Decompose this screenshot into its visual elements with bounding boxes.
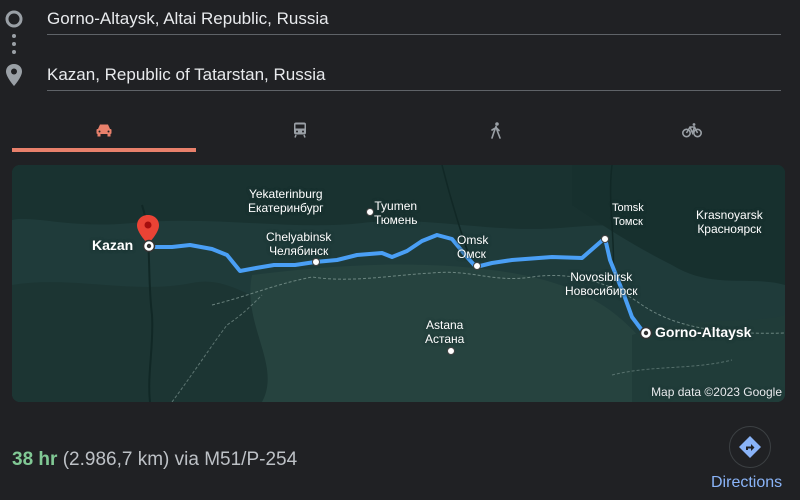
gorno-altaysk-label: Gorno-Altaysk (655, 324, 752, 340)
route-dots-icon (12, 34, 16, 54)
route-summary: 38 hr (2.986,7 km) via M51/P-254 (12, 449, 297, 471)
train-icon (294, 122, 306, 138)
origin-input[interactable]: Gorno-Altaysk, Altai Republic, Russia (47, 8, 781, 35)
bicycle-icon (682, 122, 702, 137)
map-copyright: Map data ©2023 Google (651, 385, 782, 399)
car-icon (96, 124, 112, 137)
astana-dot (447, 347, 455, 355)
route-map[interactable]: Yekaterinburg Екатеринбург Tyumen Тюмень C… (12, 165, 785, 402)
chelyabinsk-dot (312, 258, 320, 266)
tab-driving[interactable] (12, 112, 196, 152)
tab-transit[interactable] (208, 112, 392, 148)
astana-label: Astana Астана (425, 318, 465, 346)
tyumen-dot (366, 208, 374, 216)
novosibirsk-dot (601, 235, 609, 243)
novosibirsk-label: Novosibirsk Новосибирск (565, 270, 638, 298)
chelyabinsk-label: Chelyabinsk Челябинск (266, 230, 332, 258)
omsk-dot (473, 262, 481, 270)
yekaterinburg-label: Yekaterinburg Екатеринбург (248, 187, 324, 215)
gorno-altaysk-marker-icon (639, 326, 653, 340)
directions-icon (739, 436, 761, 458)
tab-cycling[interactable] (600, 112, 784, 148)
tomsk-label: Tomsk Томск (612, 202, 644, 228)
route-duration: 38 hr (12, 449, 58, 470)
directions-button[interactable] (729, 426, 771, 468)
kazan-label: Kazan (92, 237, 134, 253)
destination-input[interactable]: Kazan, Republic of Tatarstan, Russia (47, 64, 781, 91)
directions-label[interactable]: Directions (711, 474, 782, 492)
origin-circle-icon (5, 10, 23, 28)
destination-pin-icon (6, 64, 22, 86)
kazan-marker-icon (142, 239, 156, 253)
omsk-label: Omsk Омск (457, 233, 489, 261)
route-distance: (2.986,7 km) (62, 449, 170, 470)
walking-icon (491, 121, 501, 139)
tab-walking[interactable] (404, 112, 588, 148)
tyumen-label: Tyumen Тюмень (374, 199, 418, 227)
travel-mode-tabs (12, 112, 788, 152)
route-icons (5, 8, 23, 88)
route-via: via M51/P-254 (174, 449, 298, 470)
krasnoyarsk-label: Krasnoyarsk Красноярск (696, 208, 763, 236)
